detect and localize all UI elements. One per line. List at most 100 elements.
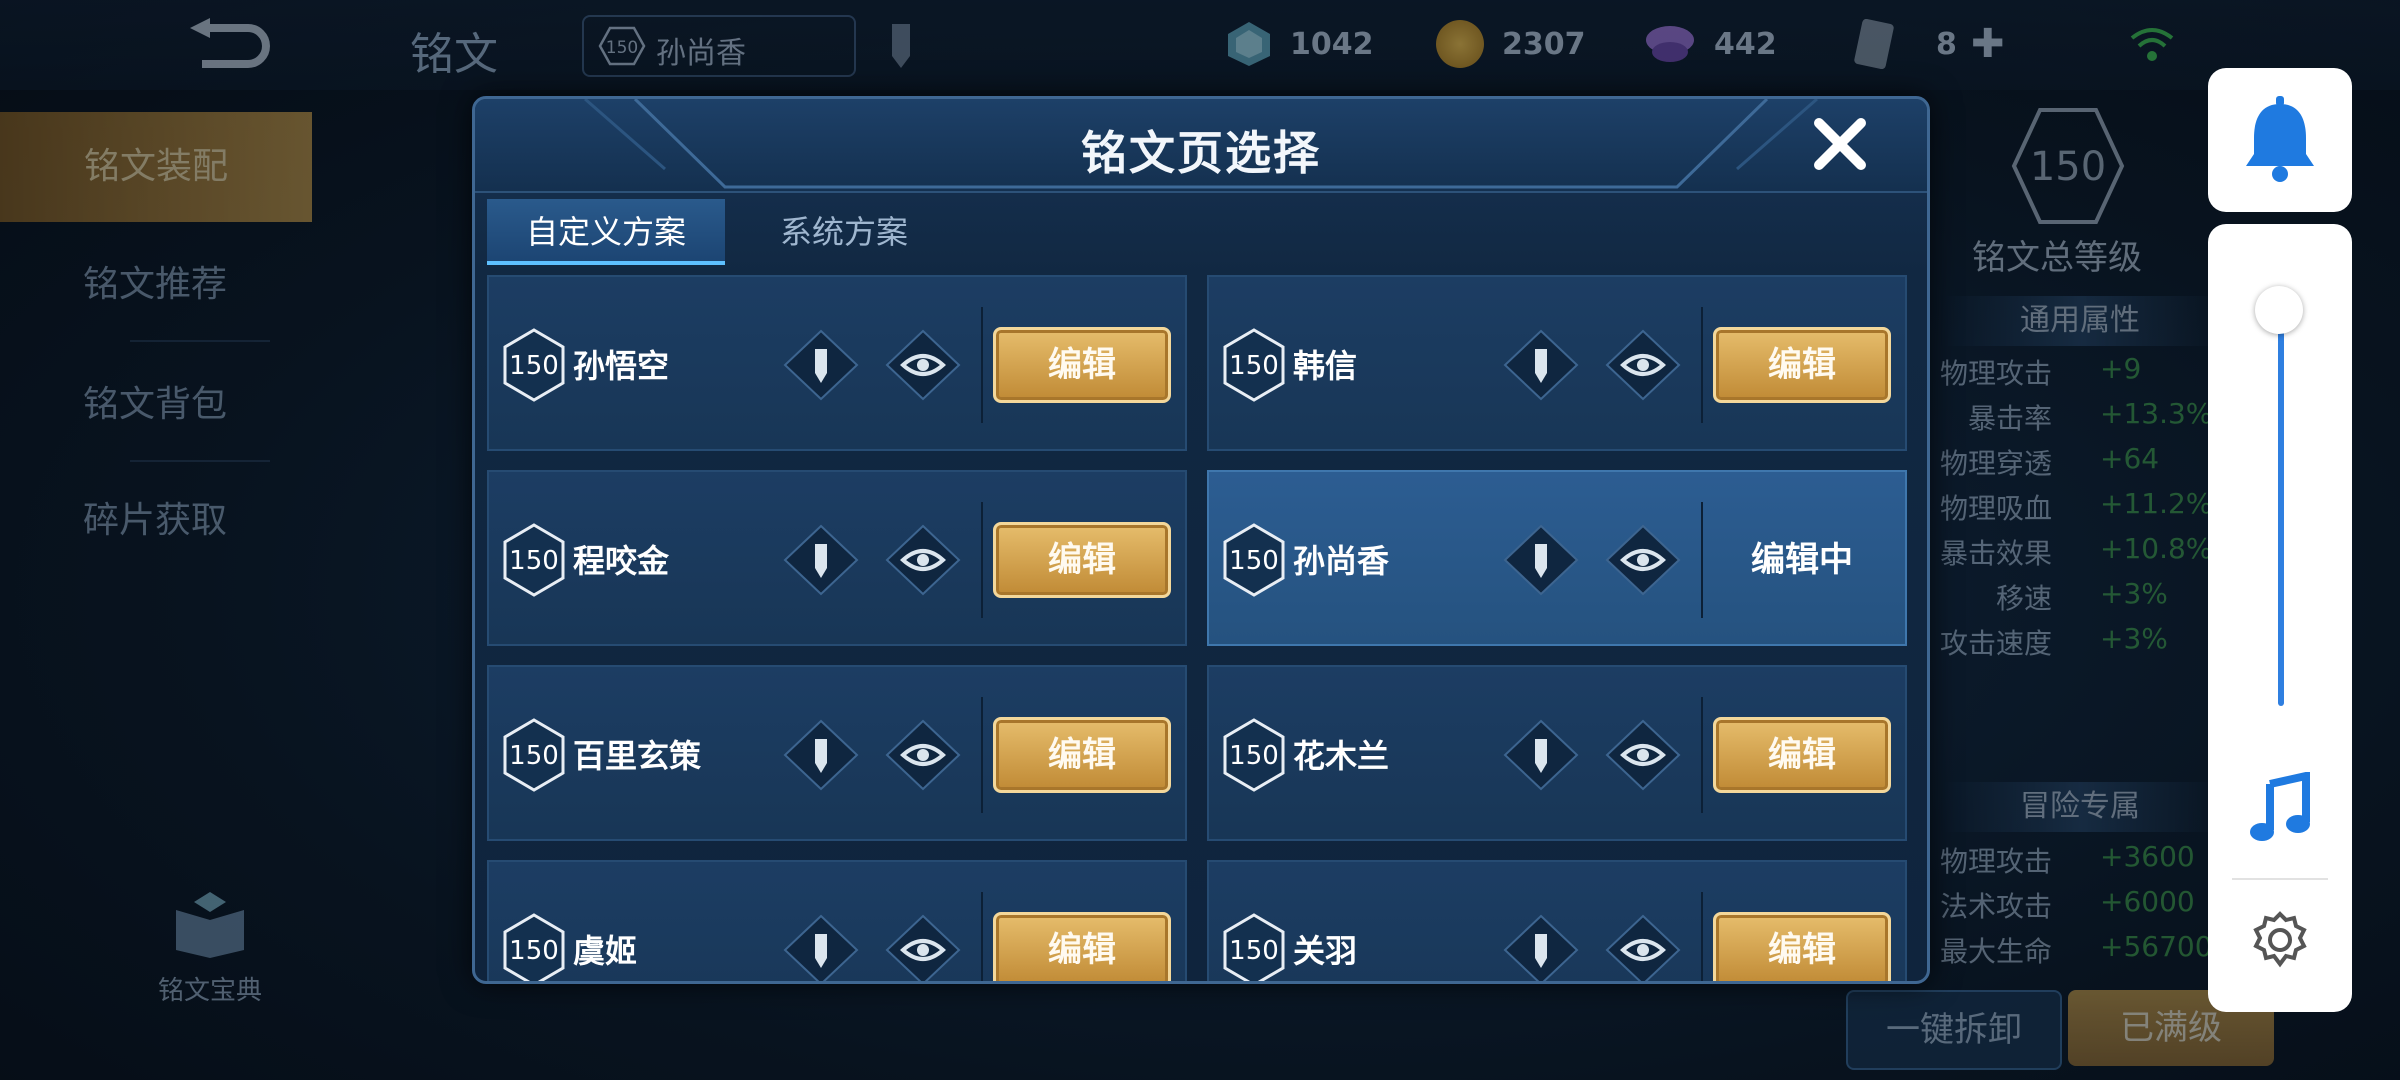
close-icon [1814,118,1866,170]
level-badge: 150 [501,327,567,407]
unload-all-button[interactable]: 一键拆卸 [1846,990,2062,1070]
rename-page-button[interactable] [781,522,861,602]
rename-page-button[interactable] [1501,717,1581,797]
edit-button[interactable]: 编辑 [1713,327,1891,403]
svg-text:150: 150 [1229,351,1279,381]
preview-page-button[interactable] [883,522,963,602]
stat-row: 物理穿透 +64 [1939,442,2160,480]
edit-button[interactable]: 编辑 [993,522,1171,598]
edit-button[interactable]: 编辑 [1713,912,1891,981]
pencil-icon [1503,914,1579,981]
volume-slider-thumb[interactable] [2255,286,2303,334]
preview-page-button[interactable] [883,717,963,797]
pencil-icon [1503,524,1579,596]
card-divider [981,307,983,423]
rune-page-card[interactable]: 150 关羽 编辑 [1207,860,1907,981]
stat-row: 暴击效果 +10.8% [1939,532,2213,570]
edit-button[interactable]: 编辑 [1713,717,1891,793]
svg-text:150: 150 [1229,936,1279,966]
edit-button[interactable]: 编辑 [993,327,1171,403]
pencil-icon [783,719,859,791]
stat-row: 法术攻击 +6000 [1939,885,2195,923]
stats-panel: 150 铭文总等级 通用属性 物理攻击 +9 暴击率 +13.3% 物理穿透 +64 … [1920,100,2220,980]
page-title: 铭文 [410,29,498,80]
edit-button[interactable]: 编辑 [993,717,1171,793]
svg-text:150: 150 [1229,741,1279,771]
preview-page-button[interactable] [1603,327,1683,407]
page-name: 程咬金 [573,542,670,580]
rune-page-card[interactable]: 150 孙悟空 编辑 [487,275,1187,451]
bell-icon [2246,96,2314,182]
preview-page-button[interactable] [1603,522,1683,602]
rename-button[interactable] [884,20,918,74]
eye-icon [1605,524,1681,596]
card-divider [1701,307,1703,423]
nav-item-fragments[interactable]: 碎片获取 [0,466,310,576]
back-button[interactable] [180,18,270,74]
rename-page-button[interactable] [1501,327,1581,407]
volume-slider-track[interactable] [2278,316,2284,706]
gem-count: 442 [1714,26,1777,62]
codex-button[interactable]: 铭文宝典 [150,890,270,1007]
wifi-icon [2130,28,2174,61]
stat-row: 攻击速度 +3% [1939,622,2168,660]
card-divider [1701,502,1703,618]
nav-item-bag[interactable]: 铭文背包 [0,350,310,460]
rune-page-card[interactable]: 150 虞姬 编辑 [487,860,1187,981]
rune-page-card[interactable]: 150 孙尚香 编辑中 [1207,470,1907,646]
pencil-icon [783,524,859,596]
rename-page-button[interactable] [781,912,861,981]
panel-divider [2232,878,2328,880]
hero-selector[interactable]: 150 孙尚香 [582,15,856,77]
nav-item-equip[interactable]: 铭文装配 [0,112,312,222]
hexagon-icon: 150 [503,718,565,792]
rename-page-button[interactable] [1501,522,1581,602]
edit-button[interactable]: 编辑 [993,912,1171,981]
preview-page-button[interactable] [1603,717,1683,797]
rune-page-card[interactable]: 150 韩信 编辑 [1207,275,1907,451]
volume-panel [2208,224,2352,1012]
preview-page-button[interactable] [1603,912,1683,981]
hexagon-icon: 150 [1223,328,1285,402]
preview-page-button[interactable] [883,327,963,407]
page-name: 孙尚香 [1293,542,1390,580]
level-badge: 150 [501,522,567,602]
pencil-icon [892,24,910,68]
page-name: 花木兰 [1293,737,1390,775]
rename-page-button[interactable] [781,717,861,797]
top-bar [0,0,2400,90]
page-name: 韩信 [1293,347,1358,385]
rune-page-card[interactable]: 150 程咬金 编辑 [487,470,1187,646]
add-icon[interactable]: ✚ [1971,21,2005,67]
notification-toggle[interactable] [2208,68,2352,212]
page-name: 关羽 [1293,932,1358,970]
settings-gear-icon[interactable] [2248,908,2312,972]
stat-row: 暴击率 +13.3% [1967,397,2213,435]
page-name: 孙悟空 [573,347,670,385]
close-button[interactable] [1809,113,1871,175]
rune-page-card[interactable]: 150 百里玄策 编辑 [487,665,1187,841]
card-icon [1854,19,1894,69]
total-level-label: 铭文总等级 [1972,238,2142,278]
resource-crystal: 1042 [1226,20,1374,68]
nav-divider [130,340,270,342]
svg-text:150: 150 [509,351,559,381]
pencil-icon [783,329,859,401]
nav-item-recommend[interactable]: 铭文推荐 [0,230,310,340]
svg-text:150: 150 [2030,144,2106,190]
card-divider [1701,892,1703,981]
svg-text:150: 150 [1229,546,1279,576]
wifi-status [2130,20,2174,68]
hexagon-icon: 150 [598,26,646,66]
tab-custom[interactable]: 自定义方案 [487,199,725,265]
rename-page-button[interactable] [1501,912,1581,981]
rune-page-card[interactable]: 150 花木兰 编辑 [1207,665,1907,841]
codex-label: 铭文宝典 [157,976,262,1006]
level-badge: 150 [1221,912,1287,981]
pencil-icon [1503,329,1579,401]
tab-system[interactable]: 系统方案 [725,199,963,265]
preview-page-button[interactable] [883,912,963,981]
rename-page-button[interactable] [781,327,861,407]
crystal-count: 1042 [1290,26,1374,62]
eye-icon [885,914,961,981]
